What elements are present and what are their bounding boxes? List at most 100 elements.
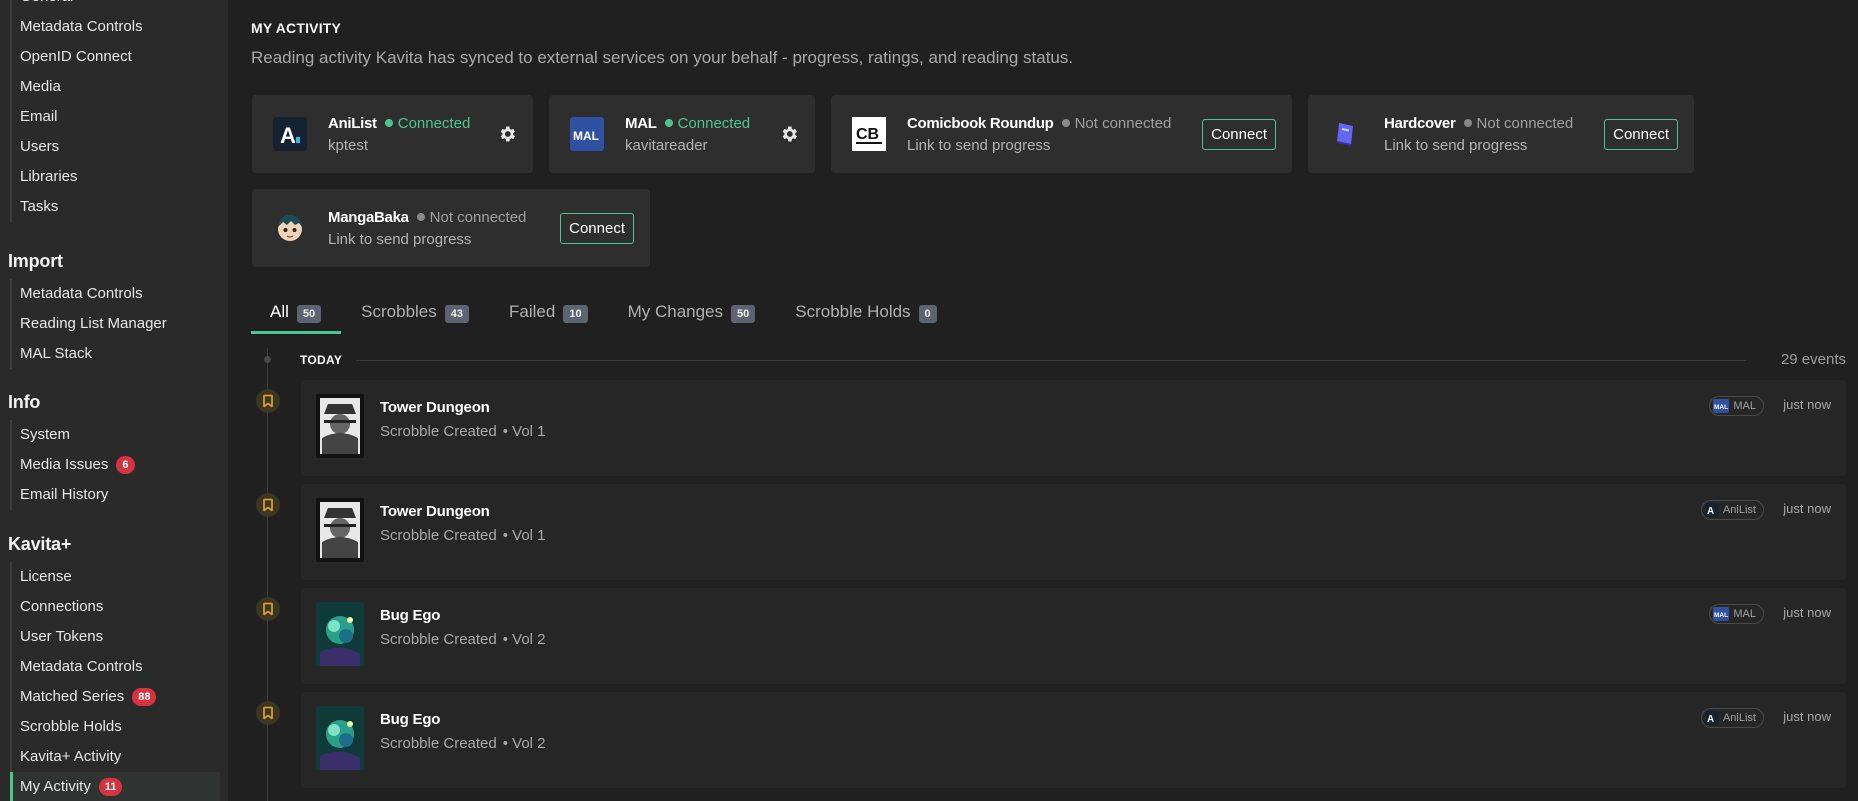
- svg-text:MAL: MAL: [1714, 404, 1728, 411]
- sidebar-item-email[interactable]: Email: [12, 102, 220, 132]
- sidebar-item-openid-connect[interactable]: OpenID Connect: [12, 42, 220, 72]
- svg-text:A: A: [1707, 714, 1714, 725]
- mal-logo-icon: MAL: [1713, 399, 1730, 413]
- main-content: MY ACTIVITY Reading activity Kavita has …: [228, 0, 1858, 801]
- status-dot-icon: [664, 119, 673, 127]
- service-card-mangabaka: MangaBaka Not connected Link to send prog…: [252, 189, 650, 267]
- anilist-logo-icon: A: [1704, 503, 1719, 517]
- event-timestamp: just now: [1783, 709, 1831, 724]
- event-volume: Vol 1: [503, 527, 545, 544]
- event-volume: Vol 1: [503, 423, 545, 440]
- sidebar-item-scrobble-holds[interactable]: Scrobble Holds: [12, 712, 220, 742]
- service-status: Not connected: [1061, 115, 1171, 132]
- series-title[interactable]: Bug Ego: [380, 607, 440, 624]
- sidebar-item-libraries[interactable]: Libraries: [12, 162, 220, 192]
- sidebar-item-media-issues[interactable]: Media Issues 6: [12, 450, 220, 480]
- connect-button[interactable]: Connect: [1604, 118, 1678, 150]
- series-title[interactable]: Tower Dungeon: [380, 503, 490, 520]
- sidebar-item-my-activity[interactable]: My Activity 11: [10, 772, 220, 801]
- service-status: Connected: [384, 115, 470, 132]
- series-title[interactable]: Tower Dungeon: [380, 399, 490, 416]
- event-timestamp: just now: [1783, 605, 1831, 620]
- event-timestamp: just now: [1783, 397, 1831, 412]
- page-subtitle: Reading activity Kavita has synced to ex…: [251, 48, 1074, 67]
- status-dot-icon: [1463, 119, 1472, 127]
- service-card-anilist: A AniList Connected kptest: [252, 95, 533, 173]
- tab-scrobbles[interactable]: Scrobbles 43: [341, 298, 489, 334]
- sidebar-item-kplus-metadata-controls[interactable]: Metadata Controls: [12, 652, 220, 682]
- mal-logo-icon: MAL: [1713, 607, 1730, 621]
- tab-all[interactable]: All 50: [251, 298, 342, 334]
- service-hint: Link to send progress: [907, 136, 1051, 154]
- sidebar-item-users[interactable]: Users: [12, 132, 220, 162]
- gear-icon[interactable]: [779, 124, 799, 144]
- connect-button[interactable]: Connect: [560, 212, 634, 244]
- sidebar-item-import-metadata-controls[interactable]: Metadata Controls: [12, 279, 220, 309]
- page-title: MY ACTIVITY: [251, 20, 342, 36]
- tab-failed[interactable]: Failed 10: [489, 298, 608, 334]
- sidebar-item-matched-series[interactable]: Matched Series 88: [12, 682, 220, 712]
- sidebar-item-mal-stack[interactable]: MAL Stack: [12, 339, 220, 369]
- bookmark-icon: [256, 701, 280, 725]
- service-username: kptest: [328, 136, 369, 154]
- activity-event-row[interactable]: Tower Dungeon Scrobble Created Vol 1 MAL …: [301, 380, 1846, 476]
- sidebar-item-system[interactable]: System: [12, 420, 220, 450]
- tab-my-changes[interactable]: My Changes 50: [608, 298, 776, 334]
- series-cover: [316, 394, 364, 458]
- tab-count-badge: 0: [918, 305, 937, 323]
- sidebar-item-reading-list-manager[interactable]: Reading List Manager: [12, 309, 220, 339]
- anilist-logo-icon: A: [1704, 711, 1719, 725]
- service-name: Comicbook Roundup: [907, 114, 1054, 132]
- provider-chip: MAL MAL: [1709, 604, 1764, 624]
- svg-text:MAL: MAL: [1714, 612, 1728, 619]
- sidebar-header-import: Import: [8, 251, 63, 271]
- timeline-group-label: TODAY: [300, 353, 343, 367]
- event-type: Scrobble Created: [380, 527, 497, 544]
- svg-text:CB: CB: [856, 126, 879, 143]
- series-title[interactable]: Bug Ego: [380, 711, 440, 728]
- service-status: Not connected: [416, 209, 526, 226]
- service-card-comicbook-roundup: CB Comicbook Roundup Not connected Link t…: [831, 95, 1292, 173]
- activity-event-row[interactable]: Tower Dungeon Scrobble Created Vol 1 A An…: [301, 484, 1846, 580]
- activity-event-row[interactable]: Bug Ego Scrobble Created Vol 2 MAL MAL ju…: [301, 588, 1846, 684]
- settings-sidebar: General Metadata Controls OpenID Connect…: [0, 0, 228, 801]
- provider-chip: A AniList: [1700, 500, 1764, 520]
- event-volume: Vol 2: [503, 631, 545, 648]
- bookmark-icon: [256, 493, 280, 517]
- sidebar-item-metadata-controls[interactable]: Metadata Controls: [12, 12, 220, 42]
- bookmark-icon: [256, 597, 280, 621]
- my-activity-badge: 11: [98, 778, 123, 796]
- sidebar-section-import: Metadata Controls Reading List Manager M…: [10, 279, 220, 369]
- svg-text:A: A: [280, 123, 296, 148]
- sidebar-item-user-tokens[interactable]: User Tokens: [12, 622, 220, 652]
- event-volume: Vol 2: [503, 735, 545, 752]
- status-dot-icon: [416, 213, 425, 221]
- sidebar-item-kavita-plus-activity[interactable]: Kavita+ Activity: [12, 742, 220, 772]
- event-timestamp: just now: [1783, 501, 1831, 516]
- event-details: Scrobble Created Vol 2: [380, 735, 546, 752]
- svg-text:A: A: [1707, 506, 1714, 517]
- sidebar-section-general: General Metadata Controls OpenID Connect…: [10, 0, 220, 222]
- service-hint: Link to send progress: [1384, 136, 1528, 154]
- sidebar-item-general[interactable]: General: [12, 0, 220, 12]
- timeline-dot: [264, 356, 271, 363]
- activity-event-row[interactable]: Bug Ego Scrobble CreatedVol 2 A AniList …: [301, 692, 1846, 788]
- event-type: Scrobble Created: [380, 735, 497, 752]
- sidebar-section-info: System Media Issues 6 Email History: [10, 420, 220, 510]
- bookmark-icon: [256, 389, 280, 413]
- event-type: Scrobble Created: [380, 631, 497, 648]
- sidebar-item-tasks[interactable]: Tasks: [12, 192, 220, 222]
- cbr-logo-icon: CB: [851, 116, 887, 152]
- event-type: Scrobble Created: [380, 423, 497, 440]
- sidebar-item-connections[interactable]: Connections: [12, 592, 220, 622]
- sidebar-item-media[interactable]: Media: [12, 72, 220, 102]
- connect-button[interactable]: Connect: [1202, 118, 1276, 150]
- gear-icon[interactable]: [497, 124, 517, 144]
- event-details: Scrobble Created Vol 2: [380, 631, 546, 648]
- event-details: Scrobble Created Vol 1: [380, 423, 546, 440]
- series-cover: [316, 706, 364, 770]
- sidebar-item-license[interactable]: License: [12, 562, 220, 592]
- tab-scrobble-holds[interactable]: Scrobble Holds 0: [775, 298, 956, 334]
- service-name: MAL: [625, 114, 657, 132]
- sidebar-item-email-history[interactable]: Email History: [12, 480, 220, 510]
